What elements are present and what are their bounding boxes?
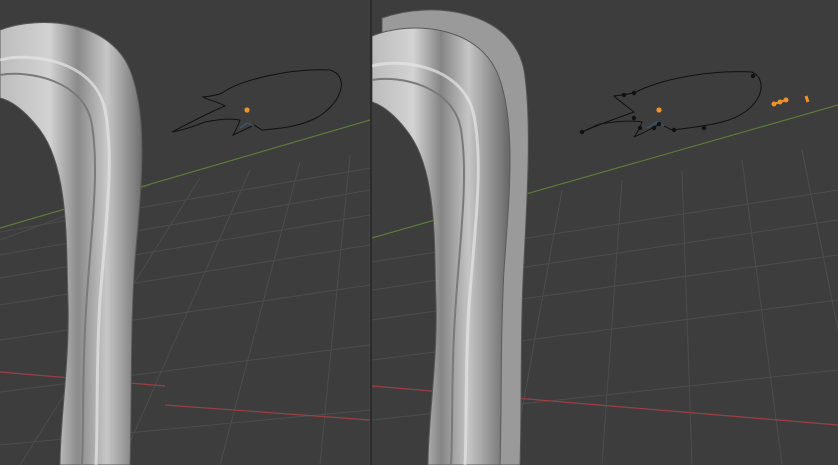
bezier-curve[interactable] xyxy=(581,71,762,138)
control-point[interactable] xyxy=(671,127,677,133)
object-origin[interactable] xyxy=(656,107,662,113)
control-point[interactable] xyxy=(750,73,756,79)
control-point[interactable] xyxy=(621,92,627,98)
right-3d-view[interactable] xyxy=(372,0,838,465)
control-point[interactable] xyxy=(631,90,637,96)
object-origin[interactable] xyxy=(244,107,250,113)
floor-grid xyxy=(0,154,370,465)
left-3d-view[interactable] xyxy=(0,0,370,465)
tube-mesh[interactable] xyxy=(0,22,143,465)
selected-segment xyxy=(239,122,255,129)
tube-mesh[interactable] xyxy=(372,27,511,465)
control-points[interactable] xyxy=(579,73,756,135)
right-viewport[interactable] xyxy=(372,0,838,465)
control-point[interactable] xyxy=(631,115,637,121)
selected-handles[interactable] xyxy=(771,95,810,107)
control-point[interactable] xyxy=(651,125,657,131)
left-viewport[interactable] xyxy=(0,0,370,465)
control-point[interactable] xyxy=(637,125,643,131)
control-point[interactable] xyxy=(579,129,585,135)
control-point[interactable] xyxy=(701,125,707,131)
control-point[interactable] xyxy=(656,121,662,127)
bezier-curve[interactable] xyxy=(171,69,342,137)
